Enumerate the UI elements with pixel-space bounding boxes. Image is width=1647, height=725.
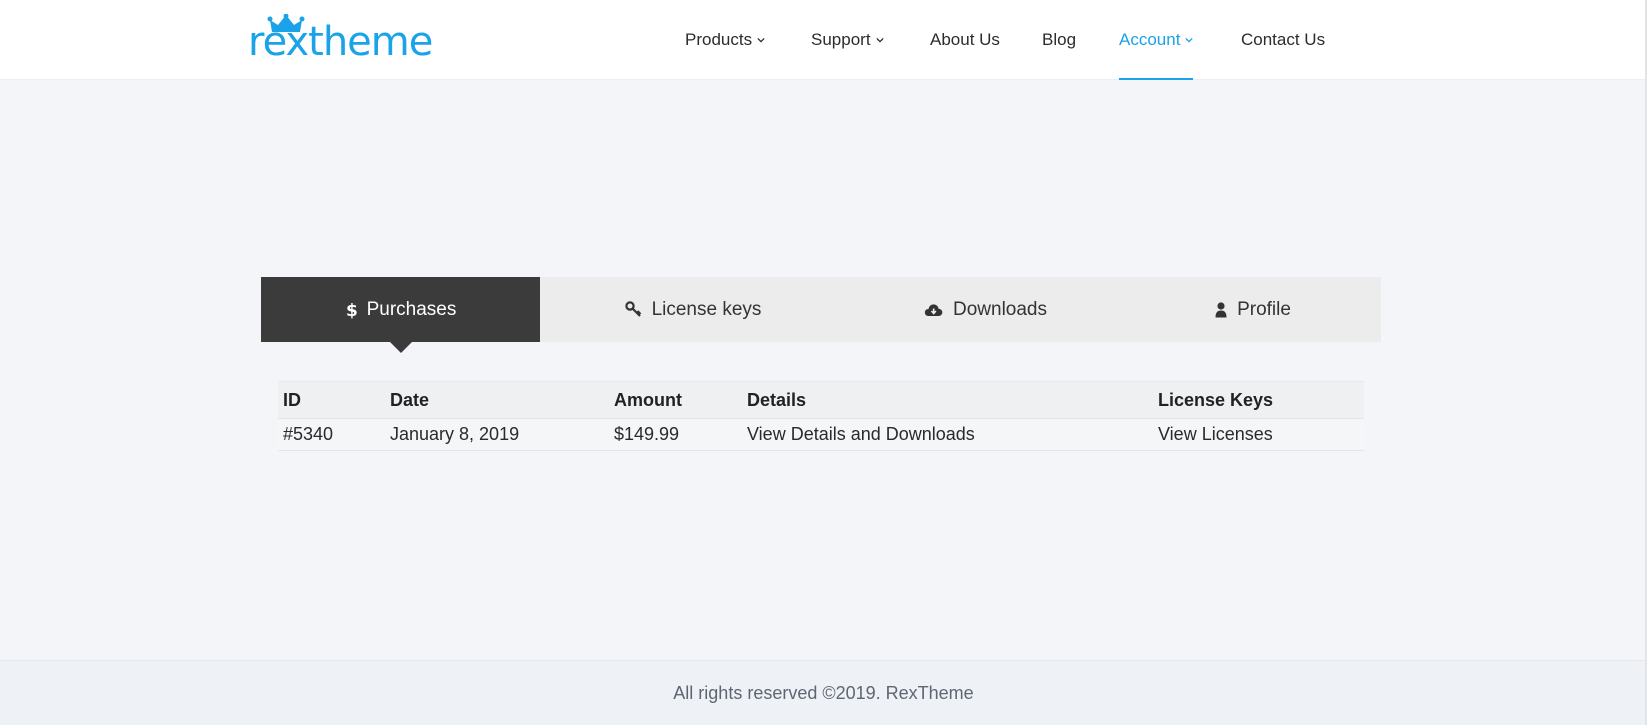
tab-label: Profile xyxy=(1237,298,1291,320)
site-footer: All rights reserved ©2019. RexTheme xyxy=(0,660,1647,725)
dollar-icon: $ xyxy=(345,301,357,319)
header-license-keys: License Keys xyxy=(1158,389,1274,410)
tab-purchases[interactable]: $ Purchases xyxy=(261,277,540,353)
nav-item-account[interactable]: Account xyxy=(1119,0,1194,80)
tab-profile[interactable]: Profile xyxy=(1125,277,1381,342)
nav-item-label: Support xyxy=(811,30,871,49)
nav-item-label: About Us xyxy=(930,30,1000,49)
header-amount: Amount xyxy=(614,389,682,410)
table-header-row: ID Date Amount Details License Keys xyxy=(278,381,1364,418)
tab-license-keys[interactable]: License keys xyxy=(540,277,846,342)
user-icon xyxy=(1215,301,1227,318)
site-header: rextheme Products Support About Us Blog … xyxy=(0,0,1647,80)
nav-item-label: Contact Us xyxy=(1241,30,1326,49)
table-row: #5340 January 8, 2019 $149.99 View Detai… xyxy=(278,418,1364,451)
logo-text: rextheme xyxy=(248,19,433,65)
account-tabs: $ Purchases License keys Downloads Profi… xyxy=(261,277,1381,353)
purchases-table: ID Date Amount Details License Keys #534… xyxy=(278,381,1364,451)
svg-text:$: $ xyxy=(346,301,357,319)
nav-item-contact-us[interactable]: Contact Us xyxy=(1241,0,1325,80)
view-licenses-link[interactable]: View Licenses xyxy=(1158,419,1273,450)
header-details: Details xyxy=(747,389,807,410)
nav-item-products[interactable]: Products xyxy=(685,0,765,80)
tab-label: Downloads xyxy=(953,298,1047,320)
nav-item-label: Products xyxy=(685,30,753,49)
chevron-down-icon xyxy=(1185,37,1194,43)
nav-item-support[interactable]: Support xyxy=(811,0,884,80)
rextheme-logo[interactable]: rextheme xyxy=(248,14,458,64)
header-id: ID xyxy=(283,389,301,410)
nav-item-label: Account xyxy=(1119,30,1181,49)
view-details-link[interactable]: View Details and Downloads xyxy=(747,419,975,450)
header-date: Date xyxy=(390,389,430,410)
nav-item-about-us[interactable]: About Us xyxy=(930,0,1000,80)
tab-label: Purchases xyxy=(366,298,457,320)
chevron-down-icon xyxy=(875,37,884,43)
cloud-download-icon xyxy=(924,302,943,317)
tab-downloads[interactable]: Downloads xyxy=(846,277,1125,342)
tab-label: License keys xyxy=(651,298,762,320)
nav-item-label: Blog xyxy=(1042,30,1077,49)
nav-item-blog[interactable]: Blog xyxy=(1042,0,1076,80)
order-id: #5340 xyxy=(283,424,334,444)
order-date: January 8, 2019 xyxy=(390,424,520,444)
chevron-down-icon xyxy=(757,37,765,43)
key-icon xyxy=(624,301,642,318)
copyright-text: All rights reserved ©2019. RexTheme xyxy=(673,682,974,703)
order-amount: $149.99 xyxy=(614,424,680,444)
